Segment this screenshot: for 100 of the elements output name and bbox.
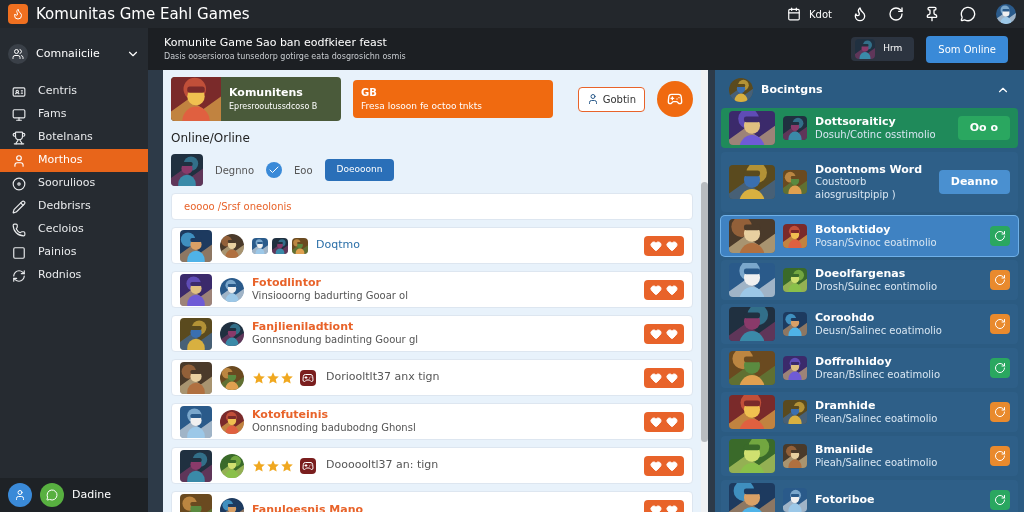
- friend-item[interactable]: Fotoriboe: [721, 480, 1018, 512]
- heart-icon: [650, 503, 662, 512]
- post-title: Fanjlieniladtiont: [252, 320, 355, 335]
- refresh-icon: [994, 494, 1006, 506]
- group-icon: [12, 48, 24, 60]
- friend-name: Doffrolhidoy: [815, 354, 893, 369]
- star-icon: [252, 458, 266, 473]
- flame-icon[interactable]: [852, 6, 868, 22]
- scrollbar[interactable]: [701, 70, 708, 512]
- friend-action-button[interactable]: [990, 270, 1010, 290]
- monitor-icon: [12, 107, 26, 122]
- like-button[interactable]: [644, 367, 684, 388]
- feed-text: Doqtmo: [316, 237, 360, 254]
- gamepad-icon: [300, 369, 316, 386]
- friend-name: Fotoriboe: [815, 493, 876, 507]
- friend-item[interactable]: Dramhide Piean/Salinec eoatimolio: [721, 392, 1018, 432]
- page-title: Komunite Game Sao ban eodfkieer feast: [164, 34, 388, 51]
- friend-status: Coustoorb aiosgrusitpipip ): [815, 176, 897, 202]
- calendar-icon[interactable]: [787, 7, 802, 21]
- refresh-icon[interactable]: [888, 6, 904, 22]
- feed-row[interactable]: Doqtmo: [171, 227, 693, 264]
- like-button[interactable]: [644, 235, 684, 256]
- gift-button[interactable]: [657, 81, 693, 117]
- user-tag: Eoo: [294, 162, 313, 178]
- like-button[interactable]: [644, 279, 684, 300]
- heart-icon: [666, 327, 678, 340]
- heart-icon: [650, 239, 662, 252]
- star-icon: [252, 370, 266, 385]
- app-logo-icon: [8, 4, 28, 24]
- sidebar-group[interactable]: Comnaiiciie: [0, 36, 148, 72]
- join-button[interactable]: Gobtin: [577, 86, 645, 112]
- friend-name: Bmaniide: [815, 442, 874, 457]
- sidebar-item[interactable]: Cecloios: [0, 218, 148, 241]
- feed-row[interactable]: Kotofuteinis Oonnsnoding badubodng Ghonsl: [171, 403, 693, 440]
- friend-action-button[interactable]: [990, 446, 1010, 466]
- feed-row[interactable]: Fanjlieniladtiont Gonnsnodung badinting Goour gl: [171, 315, 693, 352]
- friend-action-button[interactable]: [990, 314, 1010, 334]
- friend-name: Dramhide: [815, 398, 877, 413]
- like-button[interactable]: [644, 455, 684, 476]
- friend-status: Drean/Bslinec eoatimolio: [815, 368, 941, 382]
- friend-item[interactable]: Dottsoraiticy Dosuh/Cotinc osstimolio Oo o: [721, 108, 1018, 148]
- pin-icon[interactable]: [924, 6, 940, 22]
- like-button[interactable]: [644, 323, 684, 344]
- gamepad-icon: [300, 457, 316, 474]
- friend-item[interactable]: Bmaniide Pieah/Salinec eoatimolio: [721, 436, 1018, 476]
- user-label: Kdot: [809, 7, 832, 22]
- chat-icon[interactable]: [960, 6, 976, 22]
- feed-text: Doriooltlt37 anx tign: [326, 369, 440, 386]
- refresh-icon: [994, 406, 1006, 418]
- friend-name: Doontnoms Word: [815, 162, 924, 177]
- callout-title: GB: [361, 85, 378, 100]
- friend-status: Dosuh/Cotinc osstimolio: [815, 128, 937, 142]
- user-chip[interactable]: Hrm: [851, 37, 915, 61]
- phone-icon: [12, 222, 26, 237]
- callout-text: Fresa losoon fe octoo tnkts: [361, 99, 483, 113]
- heart-icon: [650, 283, 662, 296]
- sidebar-item[interactable]: Fams: [0, 103, 148, 126]
- friend-action-button[interactable]: [990, 358, 1010, 378]
- pencil-icon: [12, 199, 26, 214]
- refresh-icon: [12, 268, 26, 283]
- friend-item[interactable]: Botonktidoy Posan/Svinoc eoatimolio: [721, 216, 1018, 256]
- friend-action-button[interactable]: [990, 402, 1010, 422]
- sidebar-item[interactable]: Soorulioos: [0, 172, 148, 195]
- sidebar-item[interactable]: Rodnios: [0, 264, 148, 287]
- refresh-icon: [994, 362, 1006, 374]
- star-icon: [280, 370, 294, 385]
- like-button[interactable]: [644, 411, 684, 432]
- friend-status: Pieah/Salinec eoatimolio: [815, 456, 939, 470]
- star-icon: [266, 458, 280, 473]
- app-title: Komunitas Gme Eahl Games: [36, 3, 250, 25]
- banner-title: Komunitens: [229, 84, 304, 101]
- feed-row[interactable]: Doooooltl37 an: tign: [171, 447, 693, 484]
- sidebar-item[interactable]: Botelnans: [0, 126, 148, 149]
- friend-item[interactable]: Coroohdo Deusn/Salinec eoatimolio: [721, 304, 1018, 344]
- post-subtitle: Gonnsnodung badinting Goour gl: [252, 334, 419, 347]
- feed-row[interactable]: Fotodlintor Vinsiooorng badurting Gooar ol: [171, 271, 693, 308]
- sidebar-item[interactable]: Painios: [0, 241, 148, 264]
- friend-action-button[interactable]: [990, 490, 1010, 510]
- profile-button[interactable]: Doeooonn: [324, 159, 395, 181]
- panel-heading: Bocintgns: [761, 81, 824, 98]
- footer-label: Dadine: [72, 486, 111, 503]
- feed-row[interactable]: Doriooltlt37 anx tign: [171, 359, 693, 396]
- heart-icon: [650, 327, 662, 340]
- friend-name: Dottsoraiticy: [815, 114, 897, 129]
- sidebar-item[interactable]: Dedbrisrs: [0, 195, 148, 218]
- sidebar-item[interactable]: Centris: [0, 80, 148, 103]
- friend-action-button[interactable]: [990, 226, 1010, 246]
- friend-item[interactable]: Doeolfargenas Drosh/Suinec eontimolio: [721, 260, 1018, 300]
- friend-item[interactable]: Doffrolhidoy Drean/Bslinec eoatimolio: [721, 348, 1018, 388]
- refresh-icon: [994, 318, 1006, 330]
- online-button[interactable]: Som Online: [926, 35, 1008, 63]
- heart-icon: [650, 459, 662, 472]
- post-subtitle: Vinsiooorng badurting Gooar ol: [252, 290, 409, 303]
- page-subtitle: Dasis oosersioroa tunsedorp gotirge eata dosgrosichn osmis: [164, 51, 407, 64]
- gamepad-icon: [667, 91, 683, 107]
- notice-text: eoooo /Srsf oneolonis: [184, 200, 292, 214]
- friend-item[interactable]: Doontnoms Word Coustoorb aiosgrusitpipip ) Deanno: [721, 152, 1018, 212]
- banner-subtitle: Epresrooutussdcoso B: [229, 101, 318, 114]
- chat-icon[interactable]: [40, 483, 64, 507]
- id-card-icon: [12, 84, 26, 99]
